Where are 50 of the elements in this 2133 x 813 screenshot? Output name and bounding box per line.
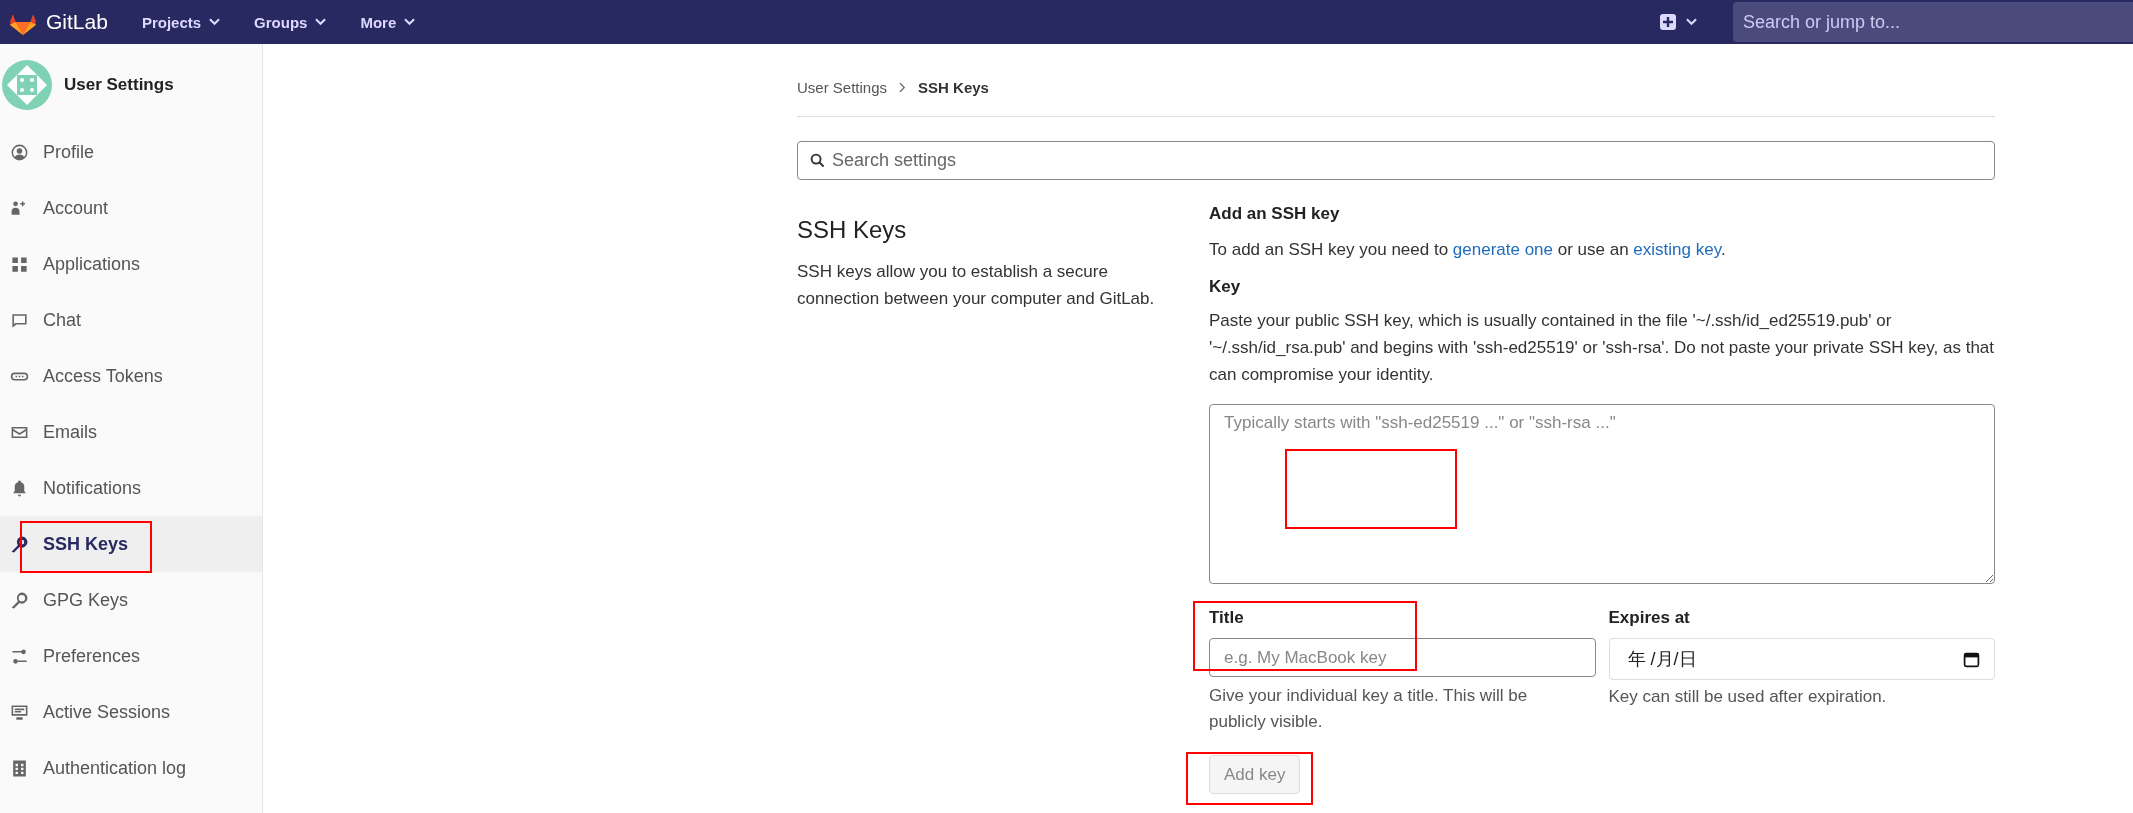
sidebar-item[interactable]: Preferences (0, 628, 262, 684)
help-link[interactable]: existing key (1633, 240, 1721, 259)
search-icon (810, 153, 825, 168)
section-description: SSH keys allow you to establish a secure connection between your computer and GitLab. (797, 261, 1156, 310)
monitor-icon (10, 702, 29, 722)
title-help-text: Give your individual key a title. This will be publicly visible. (1209, 685, 1529, 733)
key-help-text: Paste your public SSH key, which is usually contained in the file '~/.ssh/id_ed25519.pub' or '~/.ssh/id_rsa.pub' and begins with 'ssh-ed25519' or 'ssh-rsa'. Do not paste your private SSH key, as that can compromise your identity. (1209, 310, 1995, 386)
date-input[interactable]: 年 /月/日 (1608, 638, 1995, 680)
breadcrumb-link[interactable]: SSH Keys (918, 78, 989, 96)
sidebar-item[interactable]: Authentication log (0, 740, 262, 796)
plus-icon (1660, 14, 1676, 30)
sliders-icon (10, 646, 29, 666)
sidebar-item[interactable]: Emails (0, 404, 262, 460)
grid-icon (10, 254, 29, 274)
sidebar-item[interactable]: Access Tokens (0, 348, 262, 404)
expires-label: Expires at (1608, 608, 1691, 628)
chevron-down-icon (315, 18, 327, 26)
sidebar-item[interactable]: Account (0, 180, 262, 236)
sidebar-item[interactable]: Active Sessions (0, 684, 262, 740)
nav-menu-button[interactable]: Groups (248, 9, 333, 35)
key-textarea[interactable]: Typically starts with "ssh-ed25519 ..." or "ssh-rsa ..." (1209, 404, 1995, 584)
section-title: SSH Keys (797, 216, 908, 244)
help-link[interactable]: generate one (1452, 240, 1554, 259)
expires-help-text: Key can still be used after expiration. (1608, 686, 1888, 708)
sidebar-item[interactable]: Profile (0, 124, 262, 180)
sidebar-item[interactable]: Applications (0, 236, 262, 292)
sidebar-item[interactable]: SSH Keys (0, 516, 262, 572)
title-label: Title (1209, 608, 1245, 628)
chevron-icon (899, 81, 907, 93)
key-label: Key (1209, 277, 1242, 297)
sidebar-item[interactable]: Notifications (0, 460, 262, 516)
brand-name[interactable]: GitLab (46, 10, 108, 34)
sidebar-item[interactable]: Chat (0, 292, 262, 348)
list-document-icon (10, 758, 29, 778)
chevron-down-icon (404, 18, 416, 26)
form-heading: Add an SSH key (1209, 204, 1341, 224)
title-input[interactable]: e.g. My MacBook key (1209, 638, 1596, 677)
search-field[interactable]: Search or jump to... (1733, 2, 2133, 42)
chevron-down-icon (1686, 18, 1697, 26)
calendar-icon (1963, 650, 1980, 668)
key-icon (10, 534, 29, 554)
intro-text: To add an SSH key you need to generate one or use an existing key. (1209, 239, 1727, 261)
key-icon (10, 590, 29, 610)
chevron-down-icon (209, 18, 221, 26)
nav-menu-button[interactable]: More (354, 9, 422, 35)
breadcrumb-link[interactable]: User Settings (797, 78, 888, 96)
nav-menu-button[interactable]: Projects (135, 9, 227, 35)
sidebar-item[interactable]: GPG Keys (0, 572, 262, 628)
search-settings-field[interactable]: Search settings (797, 141, 1995, 180)
sidebar-title: User Settings (64, 75, 174, 95)
